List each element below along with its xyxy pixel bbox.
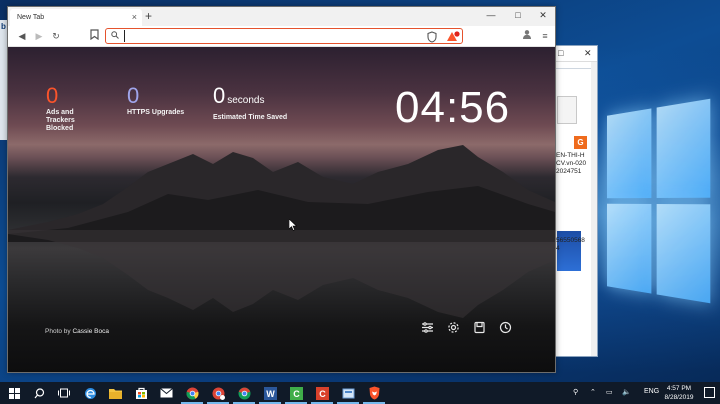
tray-overflow-icon[interactable]: ⌃ <box>590 388 596 396</box>
file-explorer-icon[interactable] <box>107 385 123 401</box>
volume-icon[interactable]: 🔈 <box>622 388 631 396</box>
taskbar-time: 4:57 PM <box>666 385 692 392</box>
https-upgrades-label: HTTPS Upgrades <box>127 109 185 116</box>
bookmark-page-icon[interactable] <box>87 29 101 43</box>
time-saved-unit: seconds <box>227 95 265 106</box>
taskbar-clock[interactable]: 4:57 PM 8/28/2019 <box>661 384 697 402</box>
file-name-text: CV.vn-020 <box>556 160 587 167</box>
bookmark-icon[interactable] <box>473 321 486 334</box>
address-input[interactable] <box>124 30 422 42</box>
https-upgrades-stat: 0 HTTPS Upgrades <box>127 85 184 117</box>
brave-shields-icon[interactable] <box>426 30 438 43</box>
background-window-scrollbar[interactable] <box>591 62 597 356</box>
svg-text:C: C <box>319 389 326 399</box>
search-icon <box>111 29 119 43</box>
chrome-icon[interactable] <box>181 385 203 404</box>
tab-new-tab[interactable]: New Tab × <box>10 9 142 26</box>
svg-text:C: C <box>293 389 300 399</box>
background-window-maximize-icon[interactable]: □ <box>558 48 563 58</box>
new-tab-page: 0 Ads and Trackers Blocked 0 HTTPS Upgra… <box>8 47 555 372</box>
ads-trackers-stat: 0 Ads and Trackers Blocked <box>46 85 75 133</box>
scanner-icon[interactable] <box>337 385 359 404</box>
tab-close-icon[interactable]: × <box>132 9 137 26</box>
tab-title: New Tab <box>17 14 45 21</box>
gear-icon[interactable] <box>447 321 460 334</box>
word-icon[interactable]: W <box>259 385 281 404</box>
new-tab-button[interactable]: + <box>145 8 152 25</box>
time-saved-label: Estimated Time Saved <box>213 114 288 121</box>
recorder-icon[interactable]: C <box>311 385 333 404</box>
close-button[interactable]: ✕ <box>530 7 556 23</box>
file-name-text: 2024751 <box>556 168 582 175</box>
svg-text:W: W <box>266 389 275 399</box>
ntp-clock: 04:56 <box>395 83 511 132</box>
network-icon[interactable]: ▭ <box>606 388 613 396</box>
tray-person-icon[interactable]: ⚲ <box>573 388 578 396</box>
ads-trackers-count: 0 <box>46 83 59 108</box>
ads-trackers-label: Ads and Trackers Blocked <box>46 109 75 132</box>
background-explorer-window[interactable]: □ ✕ G EN-THI-H CV.vn-020 2024751 5655056… <box>553 45 598 357</box>
minimize-button[interactable]: — <box>478 7 504 23</box>
file-name-text: 4 <box>556 245 560 252</box>
photo-credit-name[interactable]: Cassie Boca <box>72 328 109 335</box>
edge-browser-icon[interactable] <box>82 385 98 401</box>
start-windows-icon[interactable] <box>6 385 22 401</box>
time-saved-stat: 0 seconds Estimated Time Saved <box>213 85 287 122</box>
mountain-silhouette-image <box>8 145 555 242</box>
windows-taskbar: W C C ⚲ ⌃ ▭ 🔈 ENG 4:57 PM 8/28/2019 <box>0 382 720 404</box>
mouse-cursor-icon <box>289 219 297 231</box>
settings-sliders-icon[interactable] <box>421 321 434 334</box>
store-icon[interactable] <box>133 385 149 401</box>
search-icon[interactable] <box>31 385 47 401</box>
windows-logo-graphic <box>607 98 711 304</box>
task-view-icon[interactable] <box>56 385 72 401</box>
mail-icon[interactable] <box>158 385 174 401</box>
background-window-titlebar: □ ✕ <box>554 46 597 62</box>
chrome-profile-icon[interactable] <box>207 385 229 404</box>
action-center-icon[interactable] <box>704 387 715 398</box>
camtasia-icon[interactable]: C <box>285 385 307 404</box>
profile-avatar-icon[interactable] <box>520 29 534 43</box>
reload-icon[interactable]: ↻ <box>49 29 63 43</box>
brave-browser-window: New Tab × + — □ ✕ ◀ ▶ ↻ ≡ 0 Ads and Trac… <box>7 6 556 373</box>
ntp-footer-icons <box>421 321 512 334</box>
file-name-text: 56550568 <box>556 237 585 244</box>
back-arrow-icon[interactable]: ◀ <box>15 29 29 43</box>
file-thumbnail[interactable] <box>557 96 577 124</box>
https-upgrades-count: 0 <box>127 83 140 108</box>
forward-arrow-icon[interactable]: ▶ <box>32 29 46 43</box>
time-saved-count: 0 seconds <box>213 83 265 108</box>
background-window-close-icon[interactable]: ✕ <box>584 48 592 59</box>
brave-browser-icon[interactable] <box>363 385 385 404</box>
taskbar-date: 8/28/2019 <box>664 394 694 401</box>
chrome-secondary-icon[interactable] <box>233 385 255 404</box>
browser-titlebar[interactable]: New Tab × + — □ ✕ <box>8 7 555 26</box>
language-indicator[interactable]: ENG <box>644 388 659 395</box>
browser-toolbar: ◀ ▶ ↻ ≡ <box>8 26 555 47</box>
maximize-button[interactable]: □ <box>505 7 531 23</box>
file-name-text: EN-THI-H <box>556 152 585 159</box>
brave-rewards-icon[interactable] <box>446 30 460 42</box>
menu-icon[interactable]: ≡ <box>538 29 552 43</box>
address-bar[interactable] <box>105 28 463 44</box>
background-document-letter: b <box>1 22 6 31</box>
app-badge-icon: G <box>574 136 587 149</box>
photo-credit: Photo by Cassie Boca <box>45 328 109 335</box>
history-icon[interactable] <box>499 321 512 334</box>
lake-reflection-image <box>8 230 555 318</box>
